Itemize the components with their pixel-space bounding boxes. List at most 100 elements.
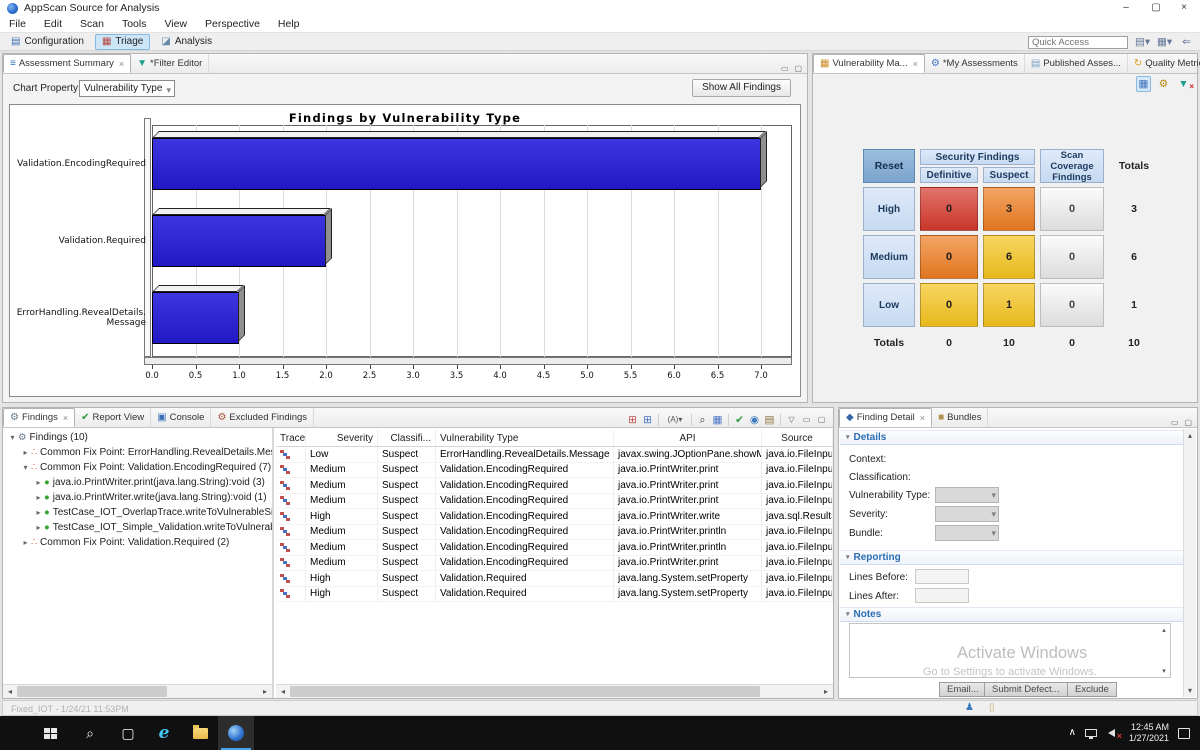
table-row[interactable]: High Suspect Validation.EncodingRequired ja…: [276, 509, 833, 525]
table-row[interactable]: Medium Suspect Validation.EncodingRequired…: [276, 478, 833, 494]
detail-vscrollbar[interactable]: ▴ ▾: [1183, 429, 1196, 697]
customize-icon[interactable]: ⚙: [1156, 77, 1171, 91]
tree-item[interactable]: ▸ ● TestCase_IOT_OverlapTrace.writeToVulne…: [3, 505, 272, 520]
table-row[interactable]: High Suspect Validation.Required java.lang.…: [276, 571, 833, 587]
scroll-down-icon[interactable]: ▾: [1159, 667, 1169, 675]
show-all-findings-button[interactable]: Show All Findings: [692, 79, 791, 97]
open-perspective-icon[interactable]: ▦▾: [1157, 35, 1172, 49]
tree-expand-icon[interactable]: ▸: [33, 478, 44, 487]
clear-filter-icon[interactable]: ▼ ×: [1176, 77, 1194, 91]
notes-textarea[interactable]: ▴ ▾: [849, 623, 1171, 678]
table-row[interactable]: Medium Suspect Validation.EncodingRequired…: [276, 555, 833, 571]
severity-select[interactable]: ▾: [935, 506, 999, 522]
matrix-cell-low-0[interactable]: 0: [920, 283, 978, 327]
table-row[interactable]: High Suspect Validation.Required java.lang.…: [276, 586, 833, 602]
tab-vulnerability-ma[interactable]: ▦ Vulnerability Ma... ×: [813, 54, 925, 73]
vulnerability-type-select[interactable]: ▾: [935, 487, 999, 503]
table-row[interactable]: Medium Suspect Validation.EncodingRequired…: [276, 524, 833, 540]
tab-published-asses[interactable]: ▤ Published Asses...: [1025, 54, 1128, 73]
tab-my-assessments[interactable]: ⚙ *My Assessments: [925, 54, 1025, 73]
web-icon[interactable]: ◉: [747, 413, 762, 427]
tree-item[interactable]: ▾ ⚙ Findings (10): [3, 430, 272, 445]
file-explorer-button[interactable]: [182, 716, 218, 750]
minimize-view-icon[interactable]: ▭: [1171, 418, 1179, 427]
tree-expand-icon[interactable]: ▾: [7, 433, 18, 442]
scroll-up-icon[interactable]: ▴: [1184, 431, 1196, 440]
tree-item[interactable]: ▸ ∴ Common Fix Point: Validation.Required …: [3, 535, 272, 550]
matrix-cell-medium-1[interactable]: 6: [983, 235, 1035, 279]
perspective-analysis[interactable]: ◪ Analysis: [154, 34, 219, 50]
menu-file[interactable]: File: [0, 16, 35, 32]
scroll-thumb[interactable]: [17, 686, 167, 697]
notes-section-header[interactable]: ▾ Notes: [840, 607, 1183, 622]
tree-item[interactable]: ▸ ● java.io.PrintWriter.write(java.lang.St…: [3, 490, 272, 505]
scroll-up-icon[interactable]: ▴: [1159, 626, 1169, 634]
column-header-vulnerability-type[interactable]: Vulnerability Type: [436, 430, 614, 446]
close-icon[interactable]: ×: [913, 59, 918, 69]
person-icon[interactable]: ♟: [965, 703, 974, 713]
table-row[interactable]: Medium Suspect Validation.EncodingRequired…: [276, 462, 833, 478]
matrix-view-icon[interactable]: ▦: [1136, 76, 1151, 92]
quick-access-input[interactable]: [1028, 35, 1128, 49]
scroll-right-icon[interactable]: ▸: [819, 687, 833, 696]
matrix-cell-medium-scan[interactable]: 0: [1040, 235, 1104, 279]
scroll-left-icon[interactable]: ◂: [3, 687, 17, 696]
column-header-source[interactable]: Source: [762, 430, 833, 446]
matrix-cell-medium-0[interactable]: 0: [920, 235, 978, 279]
matrix-cell-low-1[interactable]: 1: [983, 283, 1035, 327]
lines-before-input[interactable]: [915, 569, 969, 584]
trace-cell[interactable]: [276, 493, 306, 508]
trace-cell[interactable]: [276, 586, 306, 601]
scroll-down-icon[interactable]: ▾: [1184, 686, 1196, 695]
tree-item[interactable]: ▸ ● TestCase_IOT_Simple_Validation.writeTo…: [3, 520, 272, 535]
menu-edit[interactable]: Edit: [35, 16, 71, 32]
column-header-classifi[interactable]: Classifi...: [378, 430, 436, 446]
table-icon[interactable]: ▦: [710, 413, 725, 427]
menu-perspective[interactable]: Perspective: [196, 16, 269, 32]
chart-bar-errorhandling-revealdetails-message[interactable]: [152, 285, 245, 345]
close-icon[interactable]: ×: [920, 413, 925, 423]
window-minimize-button[interactable]: –: [1112, 0, 1140, 16]
tree-expand-icon[interactable]: ▸: [33, 508, 44, 517]
scroll-right-icon[interactable]: ▸: [258, 687, 272, 696]
menu-help[interactable]: Help: [269, 16, 309, 32]
back-icon[interactable]: ⇐: [1179, 35, 1194, 49]
tab-assessment-summary[interactable]: ≡ Assessment Summary ×: [3, 54, 132, 73]
tree-expand-icon[interactable]: ▸: [33, 493, 44, 502]
menu-view[interactable]: View: [155, 16, 196, 32]
menu-tools[interactable]: Tools: [113, 16, 156, 32]
trace-icon[interactable]: ⊞: [625, 413, 640, 427]
tree-item[interactable]: ▸ ∴ Common Fix Point: ErrorHandling.Reveal…: [3, 445, 272, 460]
tab-findings[interactable]: ⚙ Findings ×: [3, 408, 76, 427]
column-header-trace[interactable]: Trace: [276, 430, 306, 446]
table-row[interactable]: Medium Suspect Validation.EncodingRequired…: [276, 493, 833, 509]
task-view-button[interactable]: ▢: [110, 716, 146, 750]
maximize-view-icon[interactable]: ▢: [1184, 418, 1192, 427]
minimize-view-icon[interactable]: ▭: [799, 413, 814, 427]
tab-report-view[interactable]: ✔ Report View: [75, 408, 152, 427]
chart-property-select[interactable]: Vulnerability Type ▾: [79, 80, 175, 97]
scroll-thumb[interactable]: [290, 686, 760, 697]
trace-cell[interactable]: [276, 447, 306, 462]
column-header-api[interactable]: API: [614, 430, 762, 446]
action-center-icon[interactable]: [1178, 727, 1190, 739]
group-by-icon[interactable]: (A)▾: [662, 413, 688, 427]
matrix-cell-low-scan[interactable]: 0: [1040, 283, 1104, 327]
trace-cell[interactable]: [276, 478, 306, 493]
trace-cell[interactable]: [276, 462, 306, 477]
reset-button[interactable]: Reset: [863, 149, 915, 183]
column-header-severity[interactable]: Severity: [306, 430, 378, 446]
search-icon[interactable]: ⌕: [695, 413, 710, 427]
tree-item[interactable]: ▸ ● java.io.PrintWriter.print(java.lang.St…: [3, 475, 272, 490]
taskbar-clock[interactable]: 12:45 AM 1/27/2021: [1129, 722, 1169, 744]
bundle-status-icon[interactable]: ▯: [989, 703, 995, 713]
submit-defect-button[interactable]: Submit Defect...: [984, 682, 1068, 697]
fastview-icon[interactable]: ▤▾: [1135, 35, 1150, 49]
edit-trace-icon[interactable]: ⊞: [640, 413, 655, 427]
perspective-configuration[interactable]: ▤ Configuration: [4, 34, 91, 50]
window-close-button[interactable]: ×: [1170, 0, 1198, 16]
tab-quality-metrics[interactable]: ↻Quality Metrics: [1128, 54, 1200, 73]
tree-item[interactable]: ▾ ∴ Common Fix Point: Validation.EncodingR…: [3, 460, 272, 475]
tab-excluded-findings[interactable]: ⚙ Excluded Findings: [211, 408, 315, 427]
matrix-cell-high-1[interactable]: 3: [983, 187, 1035, 231]
